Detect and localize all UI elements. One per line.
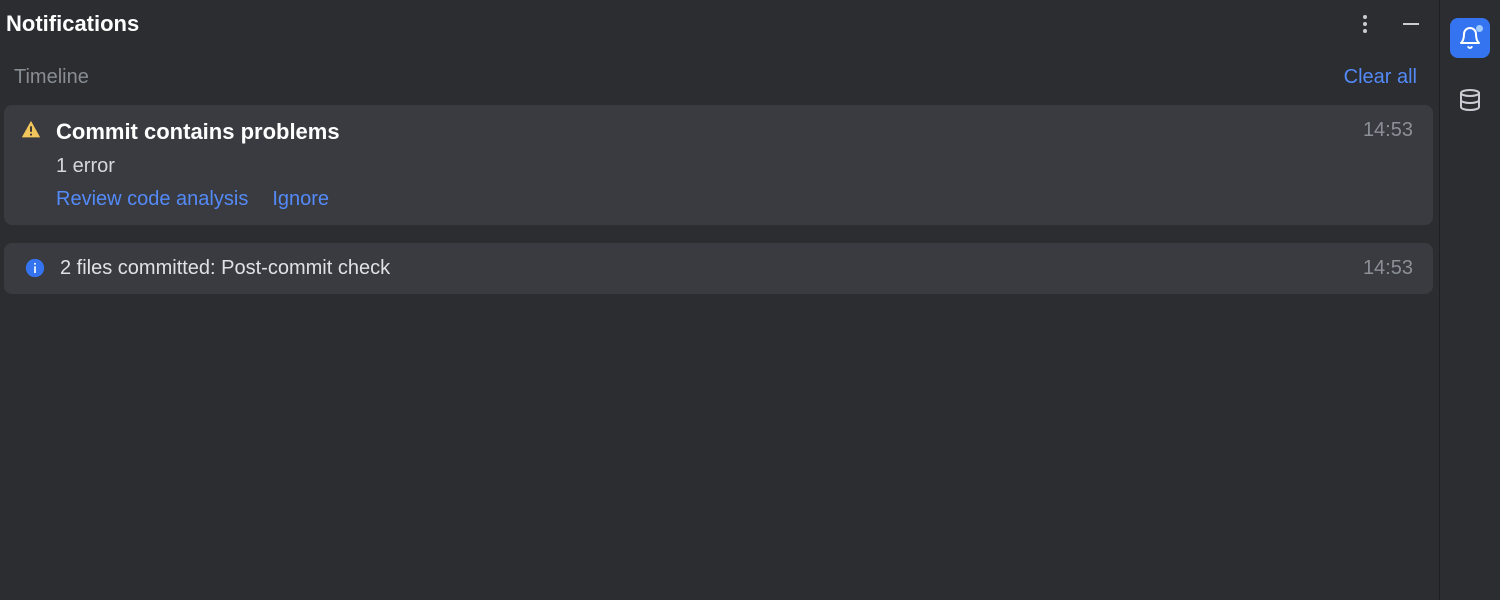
more-options-button[interactable] — [1351, 10, 1379, 38]
panel-header: Notifications — [0, 0, 1439, 46]
info-icon — [24, 257, 46, 279]
minimize-button[interactable] — [1397, 10, 1425, 38]
notification-card[interactable]: Commit contains problems 14:53 1 error R… — [4, 105, 1433, 225]
card-header-row: Commit contains problems 14:53 — [20, 119, 1413, 145]
notification-indicator-dot — [1476, 25, 1483, 32]
clear-all-link[interactable]: Clear all — [1344, 66, 1417, 89]
database-tool-button[interactable] — [1450, 80, 1490, 120]
section-title: Timeline — [14, 66, 89, 89]
ignore-link[interactable]: Ignore — [272, 188, 329, 211]
review-code-analysis-link[interactable]: Review code analysis — [56, 188, 248, 211]
notifications-panel: Notifications Timeline Clear all — [0, 0, 1440, 600]
card-header-row: 2 files committed: Post-commit check 14:… — [24, 257, 1413, 280]
notification-time: 14:53 — [1363, 257, 1413, 280]
kebab-icon — [1363, 15, 1367, 33]
panel-actions — [1351, 10, 1425, 38]
notification-subtitle: 1 error — [56, 155, 1413, 178]
notification-actions: Review code analysis Ignore — [56, 188, 1413, 211]
right-tool-rail — [1440, 0, 1500, 600]
database-icon — [1458, 88, 1482, 112]
warning-icon — [20, 119, 42, 141]
notifications-tool-button[interactable] — [1450, 18, 1490, 58]
notification-title: 2 files committed: Post-commit check — [60, 257, 1349, 280]
notification-time: 14:53 — [1363, 119, 1413, 142]
section-header: Timeline Clear all — [0, 46, 1439, 101]
minimize-icon — [1402, 15, 1420, 33]
panel-title: Notifications — [6, 11, 139, 37]
notification-title: Commit contains problems — [56, 119, 1349, 145]
notification-card[interactable]: 2 files committed: Post-commit check 14:… — [4, 243, 1433, 294]
